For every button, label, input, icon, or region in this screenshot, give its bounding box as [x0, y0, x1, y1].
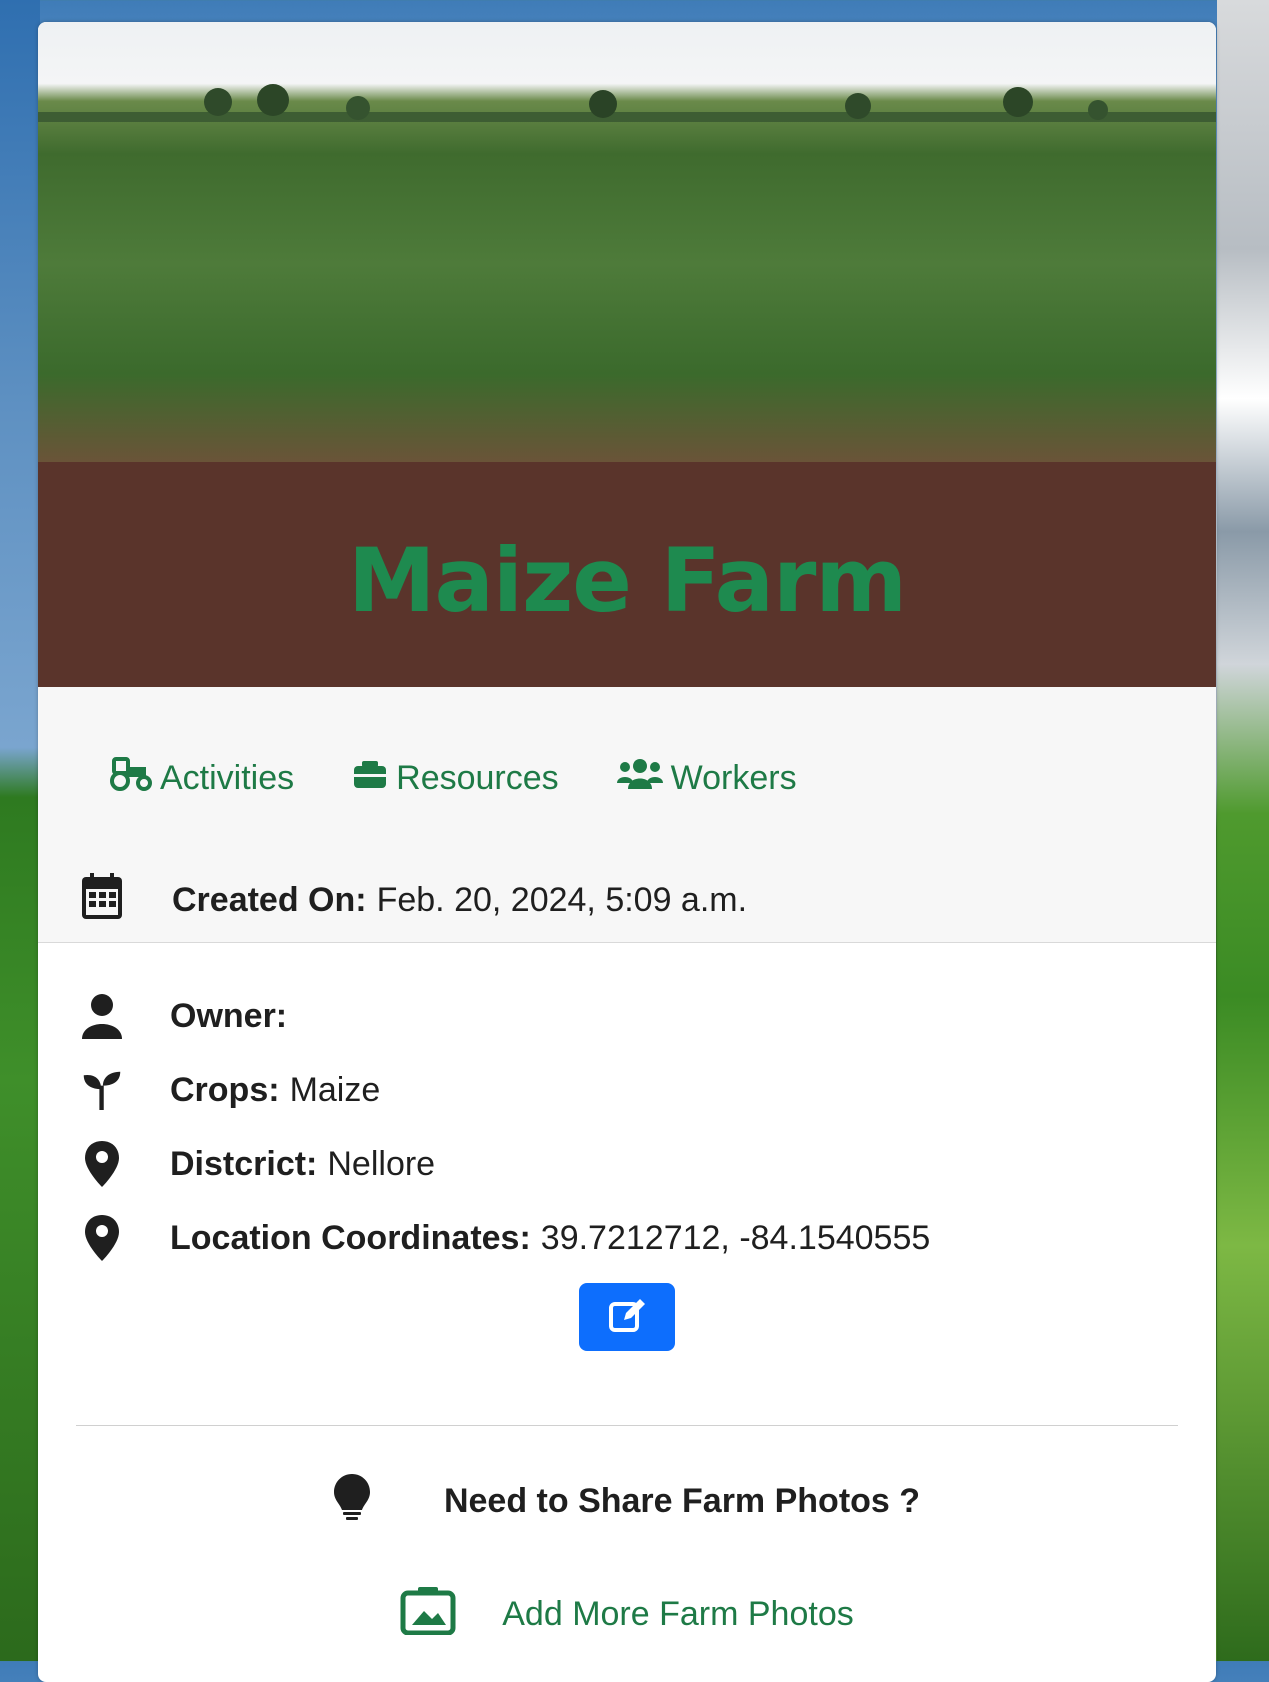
detail-crops: Crops: Maize: [38, 1053, 1216, 1127]
location-pin-icon: [82, 1215, 122, 1261]
farm-card: Maize Farm Activities Resources Workers …: [38, 22, 1216, 1682]
created-value: Feb. 20, 2024, 5:09 a.m.: [376, 881, 748, 919]
created-row: Created On: Feb. 20, 2024, 5:09 a.m.: [82, 873, 747, 928]
add-photos-link[interactable]: Add More Farm Photos: [38, 1585, 1216, 1644]
share-prompt: Need to Share Farm Photos ?: [38, 1474, 1216, 1529]
section-divider: [76, 1425, 1178, 1426]
background-left: [0, 0, 40, 1661]
tab-activities-label: Activities: [160, 759, 295, 797]
coordinates-value: 39.7212712, -84.1540555: [540, 1218, 931, 1257]
farm-nav: Activities Resources Workers: [106, 757, 853, 800]
tab-workers-label: Workers: [670, 759, 797, 797]
user-icon: [82, 993, 122, 1039]
crops-value: Maize: [289, 1070, 381, 1109]
crops-label: Crops:: [170, 1070, 280, 1109]
detail-district: Distcrict: Nellore: [38, 1127, 1216, 1201]
coordinates-label: Location Coordinates:: [170, 1218, 531, 1257]
image-icon: [400, 1585, 456, 1644]
tab-activities[interactable]: Activities: [106, 757, 294, 800]
owner-label: Owner:: [170, 996, 288, 1035]
treeline-graphic: [38, 84, 1216, 122]
tab-workers[interactable]: Workers: [615, 757, 797, 800]
title-band: Maize Farm: [38, 462, 1216, 687]
edit-wrap: [38, 1283, 1216, 1351]
seedling-icon: [82, 1067, 122, 1113]
district-value: Nellore: [327, 1144, 436, 1183]
lightbulb-icon: [333, 1474, 370, 1529]
detail-coordinates: Location Coordinates: 39.7212712, -84.15…: [38, 1201, 1216, 1275]
edit-icon: [608, 1296, 646, 1339]
share-prompt-text: Need to Share Farm Photos ?: [443, 1482, 921, 1520]
toolbox-icon: [350, 757, 396, 800]
district-label: Distcrict:: [170, 1144, 318, 1183]
tab-resources-label: Resources: [396, 759, 559, 797]
add-photos-label: Add More Farm Photos: [502, 1595, 854, 1633]
detail-owner: Owner:: [38, 979, 1216, 1053]
tractor-icon: [106, 757, 160, 800]
farm-title: Maize Farm: [347, 529, 907, 632]
users-icon: [615, 757, 671, 800]
calendar-icon: [82, 873, 122, 928]
tab-resources[interactable]: Resources: [350, 757, 559, 800]
created-label: Created On:: [172, 881, 367, 919]
farm-header: Activities Resources Workers Created On:…: [38, 687, 1216, 943]
location-pin-icon: [82, 1141, 122, 1187]
farm-hero-image: [38, 22, 1216, 462]
farm-details: Owner: Crops: Maize Distcrict: Nellore L…: [38, 943, 1216, 1644]
background-right: [1217, 0, 1269, 1661]
edit-farm-button[interactable]: [579, 1283, 675, 1351]
